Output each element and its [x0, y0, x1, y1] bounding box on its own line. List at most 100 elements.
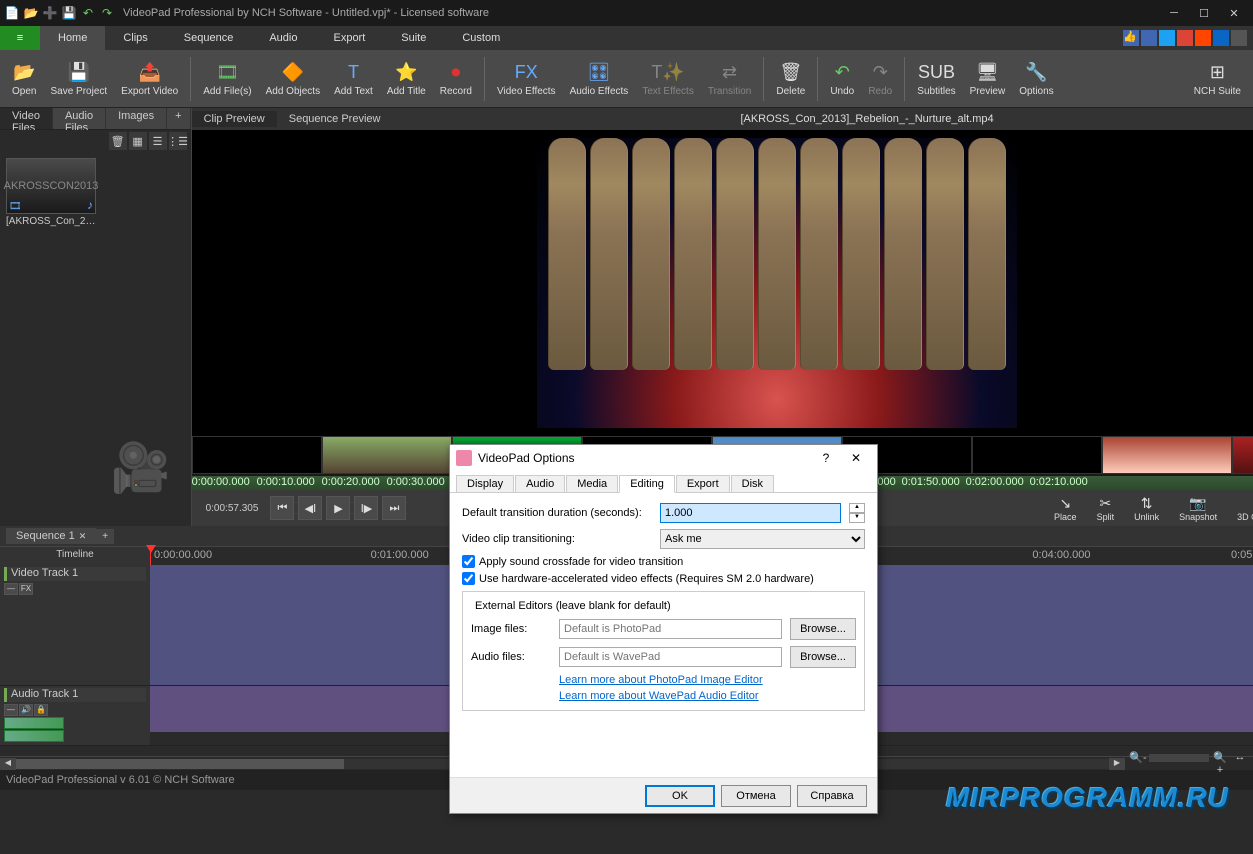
subtitles-button[interactable]: SUBSubtitles [911, 58, 961, 99]
tab-sequence[interactable]: Sequence [166, 26, 252, 50]
tab-video-files[interactable]: Video Files (1) [0, 108, 53, 129]
undo-icon[interactable]: ↶ [80, 5, 96, 21]
dialog-help-button[interactable]: ? [811, 448, 841, 468]
options-tab-media[interactable]: Media [566, 475, 618, 492]
track-mute-icon[interactable]: — [4, 704, 18, 716]
delete-clip-icon[interactable]: 🗑 [109, 132, 127, 150]
help-button[interactable]: Справка [797, 785, 867, 807]
options-tab-audio[interactable]: Audio [515, 475, 565, 492]
tab-clips[interactable]: Clips [105, 26, 165, 50]
reddit-icon[interactable] [1195, 30, 1211, 46]
step-back-button[interactable]: ◀Ⅰ [298, 496, 322, 520]
like-icon[interactable]: 👍 [1123, 30, 1139, 46]
add-objects-button[interactable]: 🔶Add Objects [260, 58, 326, 99]
tab-images[interactable]: Images [106, 108, 167, 129]
tab-audio[interactable]: Audio [251, 26, 315, 50]
zoom-out-icon[interactable]: 🔍- [1129, 751, 1147, 776]
options-tab-disk[interactable]: Disk [731, 475, 774, 492]
undo-button[interactable]: ↶Undo [824, 58, 860, 99]
googleplus-icon[interactable] [1177, 30, 1193, 46]
facebook-icon[interactable] [1141, 30, 1157, 46]
cancel-button[interactable]: Отмена [721, 785, 791, 807]
track-fx-icon[interactable]: FX [19, 583, 33, 595]
save-icon[interactable]: 💾 [61, 5, 77, 21]
crossfade-checkbox[interactable] [462, 555, 475, 568]
tab-suite[interactable]: Suite [383, 26, 444, 50]
timeline-playhead[interactable] [150, 547, 151, 565]
add-sequence-button[interactable]: + [96, 529, 114, 544]
3d-options-button[interactable]: ▮▮3D Options [1229, 495, 1253, 522]
options-tab-display[interactable]: Display [456, 475, 514, 492]
dialog-close-button[interactable]: ✕ [841, 448, 871, 468]
video-transitioning-select[interactable]: Ask me [660, 529, 865, 549]
save-project-button[interactable]: 💾Save Project [44, 58, 113, 99]
close-sequence-icon[interactable]: ✕ [79, 531, 87, 542]
place-button[interactable]: ↘Place [1046, 495, 1085, 522]
image-editor-input[interactable] [559, 619, 782, 639]
tab-custom[interactable]: Custom [444, 26, 518, 50]
open-folder-icon[interactable]: 📂 [23, 5, 39, 21]
track-mute-icon[interactable]: — [4, 583, 18, 595]
goto-start-button[interactable]: ⏮ [270, 496, 294, 520]
tab-sequence-preview[interactable]: Sequence Preview [277, 111, 393, 127]
tab-clip-preview[interactable]: Clip Preview [192, 111, 277, 127]
track-lock-icon[interactable]: 🔒 [34, 704, 48, 716]
new-icon[interactable]: 📄 [4, 5, 20, 21]
unlink-button[interactable]: ⇅Unlink [1126, 495, 1167, 522]
tab-audio-files[interactable]: Audio Files [53, 108, 106, 129]
preview-button[interactable]: 🖥Preview [964, 58, 1012, 99]
play-button[interactable]: ▶ [326, 496, 350, 520]
hardware-accel-checkbox[interactable] [462, 572, 475, 585]
photopad-link[interactable]: Learn more about PhotoPad Image Editor [559, 674, 856, 686]
audio-effects-button[interactable]: 🎛Audio Effects [564, 58, 635, 99]
tab-export[interactable]: Export [315, 26, 383, 50]
browse-image-button[interactable]: Browse... [790, 618, 856, 640]
track-solo-icon[interactable]: 🔊 [19, 704, 33, 716]
options-tab-editing[interactable]: Editing [619, 475, 675, 493]
maximize-button[interactable]: ☐ [1189, 3, 1219, 23]
nch-suite-button[interactable]: ⊞NCH Suite [1188, 58, 1247, 99]
add-files-button[interactable]: 🎞Add File(s) [197, 58, 257, 99]
spin-up-button[interactable]: ▲ [849, 503, 865, 513]
video-effects-button[interactable]: FXVideo Effects [491, 58, 562, 99]
wavepad-link[interactable]: Learn more about WavePad Audio Editor [559, 690, 856, 702]
transition-duration-input[interactable] [660, 503, 841, 523]
share-icon[interactable] [1231, 30, 1247, 46]
detail-view-icon[interactable]: ⋮☰ [169, 132, 187, 150]
goto-end-button[interactable]: ⏭ [382, 496, 406, 520]
minimize-button[interactable]: ─ [1159, 3, 1189, 23]
split-button[interactable]: ✂Split [1089, 495, 1123, 522]
snapshot-button[interactable]: 📷Snapshot [1171, 495, 1225, 522]
spin-down-button[interactable]: ▼ [849, 513, 865, 523]
open-button[interactable]: 📂Open [6, 58, 42, 99]
step-forward-button[interactable]: Ⅰ▶ [354, 496, 378, 520]
zoom-slider[interactable] [1149, 754, 1209, 762]
thumb-view-icon[interactable]: ▦ [129, 132, 147, 150]
audio-editor-input[interactable] [559, 647, 782, 667]
list-view-icon[interactable]: ☰ [149, 132, 167, 150]
export-video-button[interactable]: 📤Export Video [115, 58, 184, 99]
zoom-fit-icon[interactable]: ↔ [1231, 751, 1249, 776]
sequence-tab[interactable]: Sequence 1✕ [6, 528, 96, 544]
scroll-right-button[interactable]: ▶ [1109, 758, 1125, 770]
add-tab-button[interactable]: + [167, 108, 190, 129]
scroll-left-button[interactable]: ◀ [0, 758, 16, 770]
add-file-icon[interactable]: ➕ [42, 5, 58, 21]
zoom-in-icon[interactable]: 🔍+ [1211, 751, 1229, 776]
twitter-icon[interactable] [1159, 30, 1175, 46]
record-button[interactable]: ⏺Record [434, 58, 478, 99]
tab-home[interactable]: Home [40, 26, 105, 50]
add-title-button[interactable]: ⭐Add Title [381, 58, 432, 99]
ok-button[interactable]: OK [645, 785, 715, 807]
browse-audio-button[interactable]: Browse... [790, 646, 856, 668]
redo-icon[interactable]: ↷ [99, 5, 115, 21]
options-tab-export[interactable]: Export [676, 475, 730, 492]
add-text-button[interactable]: TAdd Text [328, 58, 379, 99]
options-button[interactable]: 🔧Options [1013, 58, 1059, 99]
scroll-thumb[interactable] [16, 759, 344, 769]
file-menu-button[interactable]: ≡ [0, 26, 40, 50]
linkedin-icon[interactable] [1213, 30, 1229, 46]
close-button[interactable]: ✕ [1219, 3, 1249, 23]
media-clip[interactable]: AKROSSCON2013♪🎞 [AKROSS_Con_2013]... [6, 158, 96, 227]
delete-button[interactable]: 🗑Delete [770, 58, 811, 99]
